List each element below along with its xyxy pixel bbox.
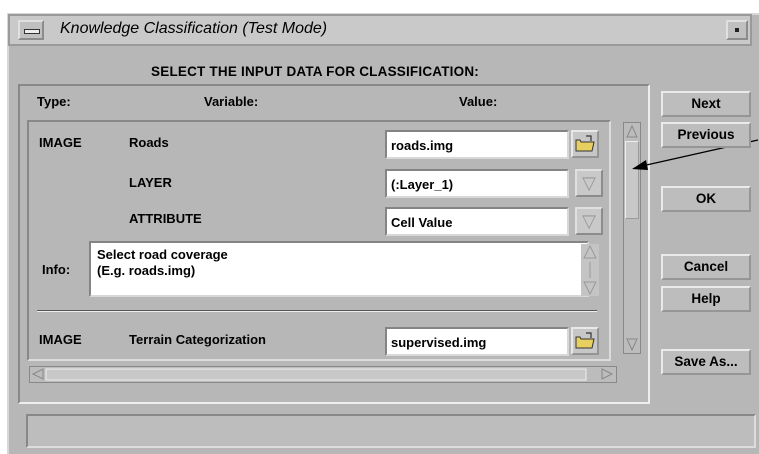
terrain-value-field[interactable]: supervised.img: [385, 327, 569, 356]
info-text-box: Select road coverage (E.g. roads.img): [89, 241, 589, 297]
previous-button[interactable]: Previous: [661, 122, 751, 148]
info-line: (E.g. roads.img): [97, 263, 196, 278]
window-menu-icon[interactable]: [18, 20, 44, 40]
column-header-variable: Variable:: [204, 94, 259, 109]
info-label: Info:: [42, 262, 71, 277]
triangle-down-icon[interactable]: ▽: [575, 207, 603, 235]
column-header-value: Value:: [459, 94, 498, 109]
window-title: Knowledge Classification (Test Mode): [60, 20, 328, 37]
row-type: IMAGE: [39, 332, 82, 347]
save-as-button[interactable]: Save As...: [661, 349, 751, 375]
list-horizontal-scrollbar[interactable]: [29, 366, 617, 383]
row-variable: LAYER: [129, 175, 172, 190]
next-button[interactable]: Next: [661, 91, 751, 117]
open-folder-icon[interactable]: [571, 327, 599, 355]
row-variable: Roads: [129, 135, 169, 150]
roads-value-field[interactable]: roads.img: [385, 130, 569, 159]
minimize-icon[interactable]: [726, 20, 748, 40]
row-divider: [37, 310, 597, 312]
info-line: Select road coverage: [97, 247, 228, 262]
status-bar: [26, 414, 756, 448]
triangle-down-icon[interactable]: ▽: [575, 169, 603, 197]
row-variable: ATTRIBUTE: [129, 211, 202, 226]
row-variable: Terrain Categorization: [129, 332, 267, 347]
column-header-type: Type:: [37, 94, 71, 109]
cancel-button[interactable]: Cancel: [661, 254, 751, 280]
open-folder-icon[interactable]: [571, 130, 599, 158]
help-button[interactable]: Help: [661, 286, 751, 312]
section-heading: SELECT THE INPUT DATA FOR CLASSIFICATION…: [151, 64, 479, 79]
attribute-value-field[interactable]: Cell Value: [385, 207, 569, 236]
ok-button[interactable]: OK: [661, 186, 751, 212]
layer-value-field[interactable]: (:Layer_1): [385, 169, 569, 198]
input-list: IMAGE Roads roads.img LAYER (:Layer_1) ▽…: [27, 120, 611, 361]
info-scrollbar[interactable]: [581, 244, 599, 296]
row-type: IMAGE: [39, 135, 82, 150]
